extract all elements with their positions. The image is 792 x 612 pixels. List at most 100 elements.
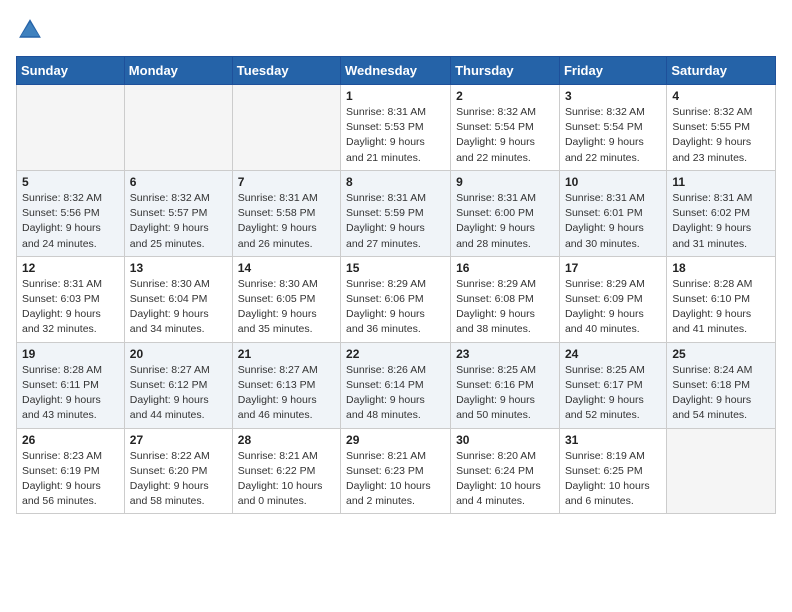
day-info: Sunrise: 8:32 AM Sunset: 5:57 PM Dayligh… xyxy=(130,191,227,252)
day-info: Sunrise: 8:31 AM Sunset: 6:01 PM Dayligh… xyxy=(565,191,661,252)
day-info: Sunrise: 8:32 AM Sunset: 5:56 PM Dayligh… xyxy=(22,191,119,252)
logo xyxy=(16,16,48,44)
calendar-cell: 18 Sunrise: 8:28 AM Sunset: 6:10 PM Dayli… xyxy=(667,256,776,342)
day-number: 6 xyxy=(130,175,227,189)
day-number: 10 xyxy=(565,175,661,189)
page: SundayMondayTuesdayWednesdayThursdayFrid… xyxy=(0,0,792,530)
day-info: Sunrise: 8:32 AM Sunset: 5:54 PM Dayligh… xyxy=(565,105,661,166)
calendar-week-3: 12Sunrise: 8:31 AM Sunset: 6:03 PM Dayli… xyxy=(17,256,776,342)
day-number: 7 xyxy=(238,175,335,189)
day-info: Sunrise: 8:31 AM Sunset: 6:00 PM Dayligh… xyxy=(456,191,554,252)
calendar-cell: 25Sunrise: 8:24 AM Sunset: 6:18 PM Dayli… xyxy=(667,342,776,428)
day-info: Sunrise: 8:27 AM Sunset: 6:13 PM Dayligh… xyxy=(238,363,335,424)
day-info: Sunrise: 8:20 AM Sunset: 6:24 PM Dayligh… xyxy=(456,449,554,510)
day-number: 22 xyxy=(346,347,445,361)
calendar-cell: 21 Sunrise: 8:27 AM Sunset: 6:13 PM Dayli… xyxy=(232,342,340,428)
calendar-cell: 16 Sunrise: 8:29 AM Sunset: 6:08 PM Dayli… xyxy=(451,256,560,342)
day-number: 14 xyxy=(238,261,335,275)
day-info: Sunrise: 8:30 AM Sunset: 6:04 PM Dayligh… xyxy=(130,277,227,338)
calendar-table: SundayMondayTuesdayWednesdayThursdayFrid… xyxy=(16,56,776,514)
day-number: 5 xyxy=(22,175,119,189)
col-header-monday: Monday xyxy=(124,57,232,85)
calendar-week-2: 5 Sunrise: 8:32 AM Sunset: 5:56 PM Daylig… xyxy=(17,170,776,256)
calendar-cell: 9 Sunrise: 8:31 AM Sunset: 6:00 PM Daylig… xyxy=(451,170,560,256)
day-number: 8 xyxy=(346,175,445,189)
day-number: 29 xyxy=(346,433,445,447)
day-number: 17 xyxy=(565,261,661,275)
calendar-cell: 3Sunrise: 8:32 AM Sunset: 5:54 PM Daylig… xyxy=(559,85,666,171)
calendar-cell: 8 Sunrise: 8:31 AM Sunset: 5:59 PM Daylig… xyxy=(341,170,451,256)
day-number: 15 xyxy=(346,261,445,275)
calendar-cell: 20Sunrise: 8:27 AM Sunset: 6:12 PM Dayli… xyxy=(124,342,232,428)
col-header-thursday: Thursday xyxy=(451,57,560,85)
day-info: Sunrise: 8:31 AM Sunset: 5:58 PM Dayligh… xyxy=(238,191,335,252)
calendar-cell: 27 Sunrise: 8:22 AM Sunset: 6:20 PM Dayli… xyxy=(124,428,232,514)
calendar-cell: 17 Sunrise: 8:29 AM Sunset: 6:09 PM Dayli… xyxy=(559,256,666,342)
col-header-sunday: Sunday xyxy=(17,57,125,85)
day-number: 28 xyxy=(238,433,335,447)
day-info: Sunrise: 8:27 AM Sunset: 6:12 PM Dayligh… xyxy=(130,363,227,424)
calendar-cell: 29 Sunrise: 8:21 AM Sunset: 6:23 PM Dayli… xyxy=(341,428,451,514)
calendar-cell: 19 Sunrise: 8:28 AM Sunset: 6:11 PM Dayli… xyxy=(17,342,125,428)
calendar-cell xyxy=(232,85,340,171)
calendar-cell xyxy=(17,85,125,171)
day-info: Sunrise: 8:21 AM Sunset: 6:23 PM Dayligh… xyxy=(346,449,445,510)
day-info: Sunrise: 8:25 AM Sunset: 6:16 PM Dayligh… xyxy=(456,363,554,424)
day-info: Sunrise: 8:31 AM Sunset: 5:53 PM Dayligh… xyxy=(346,105,445,166)
calendar-cell: 28 Sunrise: 8:21 AM Sunset: 6:22 PM Dayli… xyxy=(232,428,340,514)
calendar-week-1: 1Sunrise: 8:31 AM Sunset: 5:53 PM Daylig… xyxy=(17,85,776,171)
calendar-cell: 31 Sunrise: 8:19 AM Sunset: 6:25 PM Dayli… xyxy=(559,428,666,514)
day-number: 9 xyxy=(456,175,554,189)
day-number: 18 xyxy=(672,261,770,275)
day-info: Sunrise: 8:26 AM Sunset: 6:14 PM Dayligh… xyxy=(346,363,445,424)
day-number: 25 xyxy=(672,347,770,361)
calendar-cell: 26Sunrise: 8:23 AM Sunset: 6:19 PM Dayli… xyxy=(17,428,125,514)
calendar-cell xyxy=(667,428,776,514)
day-number: 11 xyxy=(672,175,770,189)
col-header-wednesday: Wednesday xyxy=(341,57,451,85)
day-number: 30 xyxy=(456,433,554,447)
day-info: Sunrise: 8:32 AM Sunset: 5:54 PM Dayligh… xyxy=(456,105,554,166)
calendar-cell: 23 Sunrise: 8:25 AM Sunset: 6:16 PM Dayli… xyxy=(451,342,560,428)
day-info: Sunrise: 8:19 AM Sunset: 6:25 PM Dayligh… xyxy=(565,449,661,510)
calendar-cell: 30 Sunrise: 8:20 AM Sunset: 6:24 PM Dayli… xyxy=(451,428,560,514)
calendar-cell: 11Sunrise: 8:31 AM Sunset: 6:02 PM Dayli… xyxy=(667,170,776,256)
calendar-cell: 5 Sunrise: 8:32 AM Sunset: 5:56 PM Daylig… xyxy=(17,170,125,256)
col-header-friday: Friday xyxy=(559,57,666,85)
calendar-cell: 7 Sunrise: 8:31 AM Sunset: 5:58 PM Daylig… xyxy=(232,170,340,256)
col-header-tuesday: Tuesday xyxy=(232,57,340,85)
day-info: Sunrise: 8:29 AM Sunset: 6:08 PM Dayligh… xyxy=(456,277,554,338)
day-number: 21 xyxy=(238,347,335,361)
day-info: Sunrise: 8:25 AM Sunset: 6:17 PM Dayligh… xyxy=(565,363,661,424)
day-number: 24 xyxy=(565,347,661,361)
calendar-cell: 6 Sunrise: 8:32 AM Sunset: 5:57 PM Daylig… xyxy=(124,170,232,256)
day-number: 4 xyxy=(672,89,770,103)
day-info: Sunrise: 8:30 AM Sunset: 6:05 PM Dayligh… xyxy=(238,277,335,338)
calendar-cell: 4 Sunrise: 8:32 AM Sunset: 5:55 PM Daylig… xyxy=(667,85,776,171)
calendar-cell: 22 Sunrise: 8:26 AM Sunset: 6:14 PM Dayli… xyxy=(341,342,451,428)
day-info: Sunrise: 8:31 AM Sunset: 6:03 PM Dayligh… xyxy=(22,277,119,338)
calendar-cell: 10 Sunrise: 8:31 AM Sunset: 6:01 PM Dayli… xyxy=(559,170,666,256)
day-info: Sunrise: 8:29 AM Sunset: 6:06 PM Dayligh… xyxy=(346,277,445,338)
day-number: 26 xyxy=(22,433,119,447)
calendar-week-4: 19 Sunrise: 8:28 AM Sunset: 6:11 PM Dayli… xyxy=(17,342,776,428)
day-info: Sunrise: 8:28 AM Sunset: 6:11 PM Dayligh… xyxy=(22,363,119,424)
calendar-cell: 1Sunrise: 8:31 AM Sunset: 5:53 PM Daylig… xyxy=(341,85,451,171)
day-info: Sunrise: 8:21 AM Sunset: 6:22 PM Dayligh… xyxy=(238,449,335,510)
day-info: Sunrise: 8:28 AM Sunset: 6:10 PM Dayligh… xyxy=(672,277,770,338)
day-number: 23 xyxy=(456,347,554,361)
day-info: Sunrise: 8:29 AM Sunset: 6:09 PM Dayligh… xyxy=(565,277,661,338)
col-header-saturday: Saturday xyxy=(667,57,776,85)
day-info: Sunrise: 8:22 AM Sunset: 6:20 PM Dayligh… xyxy=(130,449,227,510)
calendar-cell: 13Sunrise: 8:30 AM Sunset: 6:04 PM Dayli… xyxy=(124,256,232,342)
day-info: Sunrise: 8:31 AM Sunset: 5:59 PM Dayligh… xyxy=(346,191,445,252)
day-number: 19 xyxy=(22,347,119,361)
day-number: 2 xyxy=(456,89,554,103)
day-number: 16 xyxy=(456,261,554,275)
day-number: 27 xyxy=(130,433,227,447)
day-info: Sunrise: 8:32 AM Sunset: 5:55 PM Dayligh… xyxy=(672,105,770,166)
day-number: 31 xyxy=(565,433,661,447)
calendar-cell xyxy=(124,85,232,171)
calendar-week-5: 26Sunrise: 8:23 AM Sunset: 6:19 PM Dayli… xyxy=(17,428,776,514)
calendar-cell: 24 Sunrise: 8:25 AM Sunset: 6:17 PM Dayli… xyxy=(559,342,666,428)
